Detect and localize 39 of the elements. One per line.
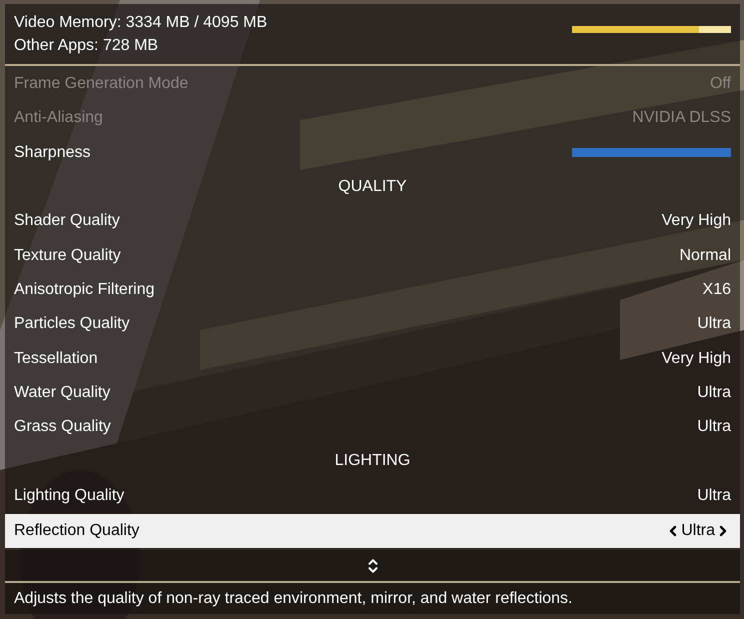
setting-label: Tessellation xyxy=(14,348,98,369)
setting-label: Anti-Aliasing xyxy=(14,108,103,128)
setting-value: Ultra xyxy=(697,382,731,403)
setting-label: Frame Generation Mode xyxy=(14,74,188,94)
setting-value: Normal xyxy=(679,246,731,266)
settings-row[interactable]: Water Quality Ultra xyxy=(5,376,740,410)
settings-row[interactable]: Grass Quality Ultra xyxy=(5,410,740,444)
setting-label: Anisotropic Filtering xyxy=(14,280,154,300)
settings-row[interactable]: Texture Quality Normal xyxy=(5,238,740,273)
setting-value: Ultra xyxy=(681,521,715,541)
setting-value: Very High xyxy=(662,211,731,232)
setting-value: Off xyxy=(710,74,731,94)
setting-value: Ultra xyxy=(697,486,731,506)
settings-row[interactable]: Particles Quality Ultra xyxy=(5,307,740,342)
settings-row[interactable]: Tessellation Very High xyxy=(5,341,740,376)
settings-row[interactable]: Reflection Quality Ultra xyxy=(5,514,740,548)
description-text: Adjusts the quality of non-ray traced environment, mirror, and water reflections. xyxy=(14,588,572,609)
sharpness-slider[interactable] xyxy=(572,148,731,158)
other-apps-text: Other Apps: 728 MB xyxy=(14,36,160,56)
setting-label: Sharpness xyxy=(14,142,90,163)
settings-row[interactable]: Lighting Quality Ultra xyxy=(5,478,740,513)
settings-row[interactable]: Shader Quality Very High xyxy=(5,204,740,238)
setting-label: Reflection Quality xyxy=(14,521,140,541)
setting-value: Very High xyxy=(662,348,731,369)
section-heading: QUALITY xyxy=(338,177,407,198)
setting-label: Water Quality xyxy=(14,382,110,403)
setting-value: Ultra xyxy=(697,417,731,438)
settings-row[interactable]: Anisotropic Filtering X16 xyxy=(5,272,740,308)
setting-label: Texture Quality xyxy=(14,246,121,266)
section-heading: LIGHTING xyxy=(334,451,410,472)
video-memory-text: Video Memory: 3334 MB / 4095 MB xyxy=(14,13,268,33)
setting-value: NVIDIA DLSS xyxy=(632,108,731,128)
setting-label: Shader Quality xyxy=(14,211,120,232)
setting-value: X16 xyxy=(702,280,731,300)
setting-label: Grass Quality xyxy=(14,417,111,438)
setting-value: Ultra xyxy=(697,314,731,334)
setting-label: Particles Quality xyxy=(14,314,130,334)
settings-row[interactable]: Sharpness xyxy=(5,136,740,170)
setting-label: Lighting Quality xyxy=(14,486,124,506)
